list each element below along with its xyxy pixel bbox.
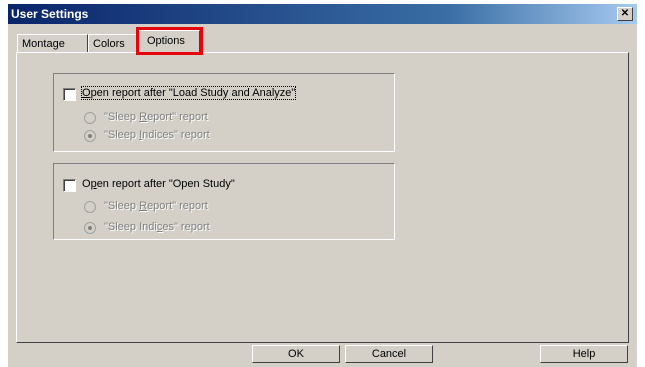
cancel-button-label: Cancel — [371, 348, 407, 360]
label-mnemonic: R — [139, 200, 148, 212]
radio-selected-dot — [88, 134, 92, 138]
help-button-label: Help — [572, 348, 596, 360]
open-report-after-open-study-checkbox[interactable] — [63, 179, 76, 192]
label-post: en report after "Open Study" — [96, 178, 235, 190]
label-post: pen report after "Load Study and Analyze… — [90, 87, 296, 99]
window-title: User Settings — [11, 7, 89, 21]
radio-selected-dot — [88, 226, 92, 230]
open-report-after-open-study-label[interactable]: Open report after "Open Study" — [82, 178, 235, 190]
close-button[interactable]: ✕ — [617, 7, 633, 21]
close-icon: ✕ — [620, 8, 630, 19]
g2-sleep-report-label: "Sleep Report" report — [104, 200, 208, 212]
label-pre: "Sleep Indi — [104, 221, 157, 233]
g1-sleep-indices-radio[interactable] — [84, 130, 96, 142]
label-post: eport" report — [147, 200, 208, 212]
label-pre: "Sleep — [104, 200, 140, 212]
tab-colors-label: Colors — [93, 38, 125, 50]
open-report-after-load-analyze-label[interactable]: Open report after "Load Study and Analyz… — [80, 86, 297, 100]
ok-button[interactable]: OK — [252, 345, 340, 363]
help-button[interactable]: Help — [540, 345, 628, 363]
tab-montage[interactable]: Montage — [17, 34, 88, 52]
tab-highlight-box — [136, 27, 203, 55]
g1-sleep-report-label: "Sleep Report" report — [104, 111, 208, 123]
label-mnemonic: R — [139, 111, 148, 123]
label-mnemonic: O — [82, 87, 91, 99]
g2-sleep-indices-label: "Sleep Indices" report — [104, 221, 210, 233]
g1-sleep-report-radio[interactable] — [84, 112, 96, 124]
g2-sleep-indices-radio[interactable] — [84, 222, 96, 234]
label-pre: "Sleep — [104, 111, 140, 123]
open-report-after-load-analyze-checkbox[interactable] — [63, 88, 76, 101]
title-bar[interactable]: User Settings ✕ — [8, 4, 637, 24]
g2-sleep-report-radio[interactable] — [84, 201, 96, 213]
tab-montage-label: Montage — [22, 38, 65, 50]
tab-colors[interactable]: Colors — [88, 34, 138, 52]
label-post: es" report — [162, 221, 210, 233]
g1-sleep-indices-label: "Sleep Indices" report — [104, 129, 210, 141]
cancel-button[interactable]: Cancel — [345, 345, 433, 363]
label-post: ndices" report — [142, 129, 210, 141]
ok-button-label: OK — [288, 348, 304, 360]
label-post: eport" report — [147, 111, 208, 123]
label-pre: "Sleep — [104, 129, 140, 141]
label-pre: O — [82, 178, 91, 190]
